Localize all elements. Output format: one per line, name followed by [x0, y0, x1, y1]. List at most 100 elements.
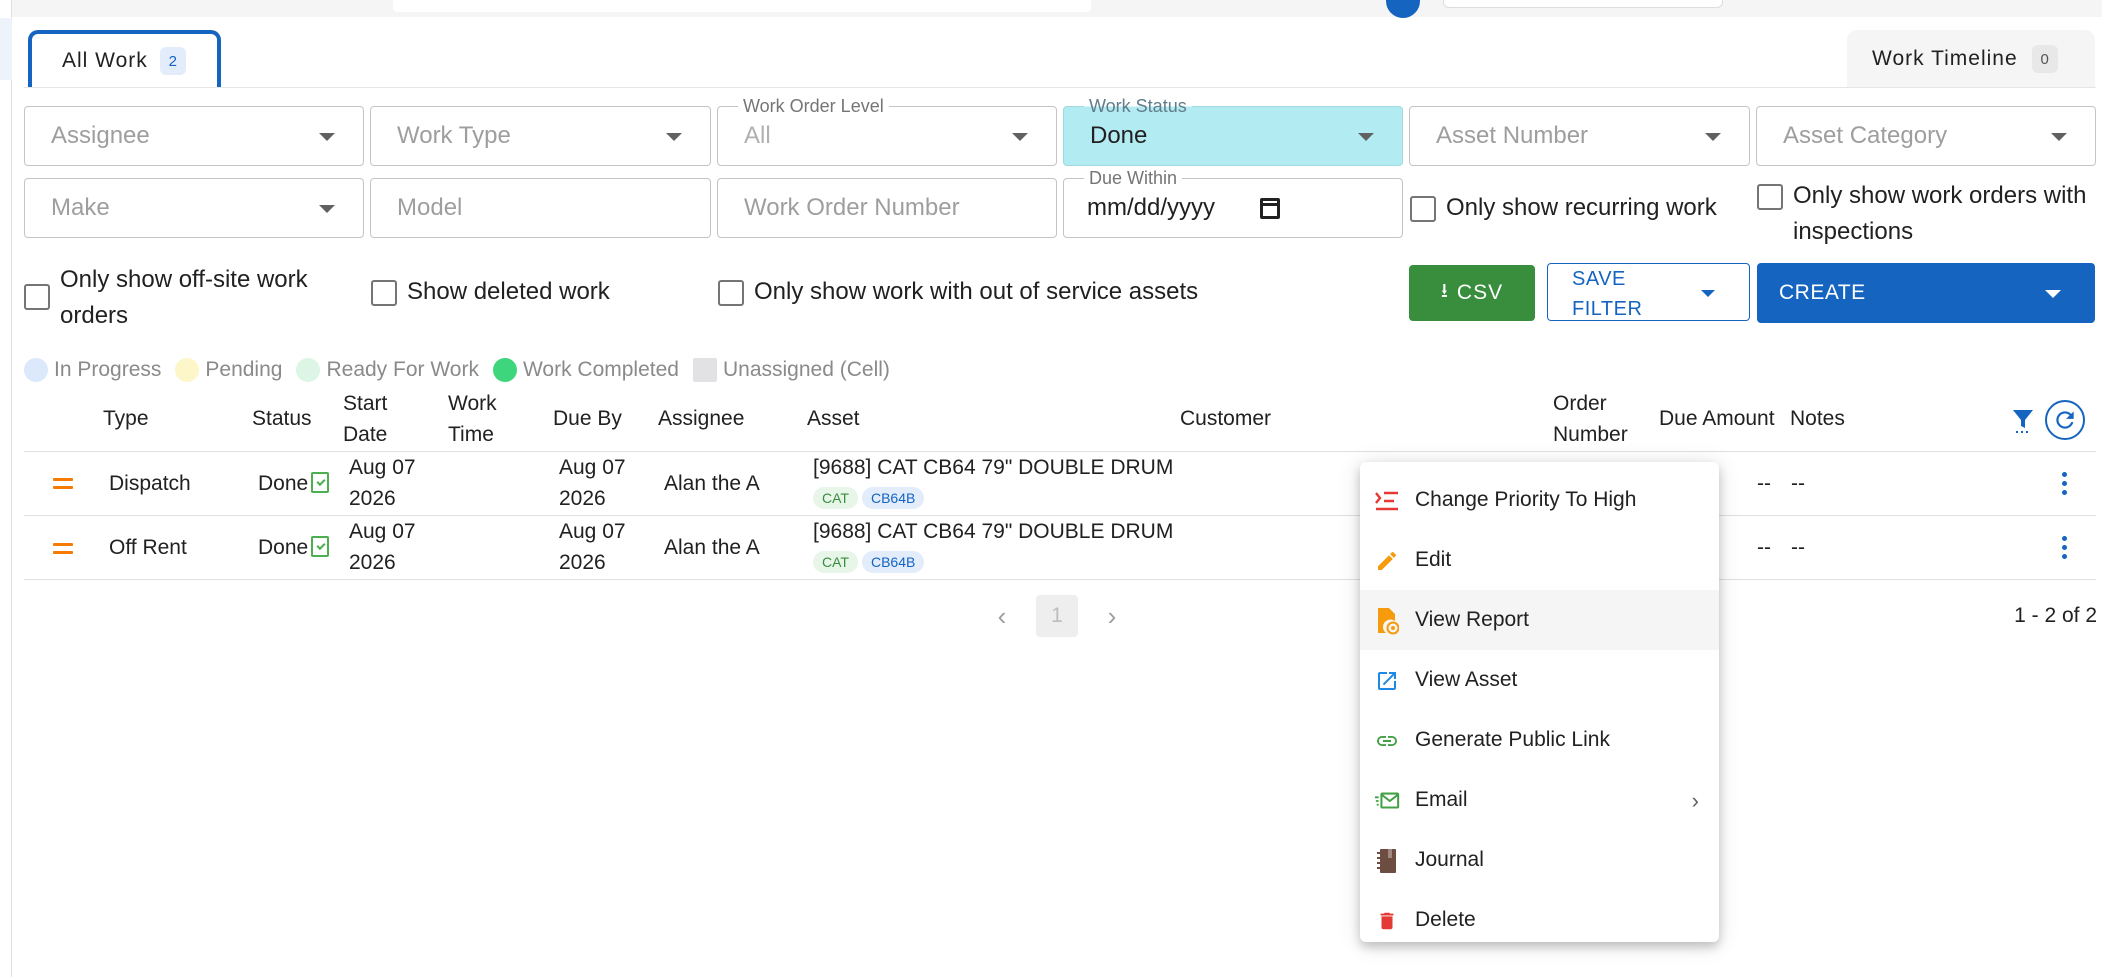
work-order-number-placeholder: Work Order Number [744, 194, 960, 221]
column-header-start-date[interactable]: Start Date [343, 388, 403, 450]
chevron-left-icon[interactable]: ‹ [992, 601, 1012, 632]
checkbox-icon[interactable] [371, 280, 397, 306]
menu-item-label: View Asset [1415, 668, 1518, 691]
work-status-select[interactable]: Work Status Done [1063, 96, 1403, 166]
status-text: Done [258, 472, 309, 495]
pagination: ‹ 1 › [992, 595, 1122, 637]
chevron-down-icon[interactable] [2045, 290, 2061, 298]
make-select[interactable]: Make [24, 178, 364, 238]
due-within-label: Due Within [1084, 168, 1183, 189]
priority-high-icon [1374, 488, 1400, 514]
legend-label: Ready For Work [326, 358, 479, 381]
recurring-work-checkbox[interactable]: Only show recurring work [1410, 190, 1717, 226]
out-of-service-checkbox[interactable]: Only show work with out of service asset… [718, 274, 1198, 310]
cell-type: Off Rent [109, 536, 187, 559]
column-header-due-amount[interactable]: Due Amount [1659, 403, 1775, 434]
menu-item-view-asset[interactable]: View Asset [1360, 650, 1719, 710]
checkbox-icon[interactable] [1757, 184, 1783, 210]
column-header-type[interactable]: Type [103, 403, 149, 434]
menu-item-change-priority[interactable]: Change Priority To High [1360, 470, 1719, 530]
priority-medium-icon[interactable] [53, 478, 73, 494]
asset-name[interactable]: [9688] CAT CB64 79" DOUBLE DRUM [813, 516, 1173, 547]
chevron-down-icon[interactable] [1701, 290, 1715, 297]
menu-item-label: Change Priority To High [1415, 488, 1637, 511]
legend-swatch [175, 358, 200, 382]
column-header-notes[interactable]: Notes [1790, 403, 1845, 434]
more-vert-icon[interactable] [2062, 536, 2068, 563]
chevron-right-icon: › [1691, 788, 1699, 813]
status-text: Done [258, 536, 309, 559]
global-search-bar[interactable] [393, 0, 1091, 12]
menu-item-edit[interactable]: Edit [1360, 530, 1719, 590]
checkbox-icon[interactable] [1410, 196, 1436, 222]
calendar-icon[interactable] [1260, 198, 1280, 219]
create-button[interactable]: CREATE [1757, 263, 2095, 323]
work-order-level-select[interactable]: Work Order Level All [717, 96, 1057, 166]
asset-number-select[interactable]: Asset Number [1409, 106, 1750, 166]
recurring-work-label: Only show recurring work [1446, 194, 1717, 221]
menu-item-journal[interactable]: Journal [1360, 830, 1719, 890]
model-input[interactable]: Model [370, 178, 711, 238]
checkbox-icon[interactable] [718, 280, 744, 306]
more-vert-icon[interactable] [2062, 472, 2068, 499]
row-divider [24, 579, 2096, 580]
checkbox-icon[interactable] [24, 284, 50, 310]
inspections-checkbox[interactable]: Only show work orders with inspections [1757, 178, 2097, 250]
top-bar-button[interactable] [1443, 0, 1723, 8]
create-label: CREATE [1779, 281, 1866, 304]
offsite-checkbox[interactable]: Only show off-site work orders [24, 262, 354, 334]
csv-export-button[interactable]: ⭳ CSV [1409, 265, 1535, 321]
clipboard-check-icon [311, 536, 330, 557]
chevron-down-icon [319, 133, 335, 141]
page-button[interactable]: 1 [1036, 595, 1078, 637]
legend-in-progress: In Progress [24, 358, 161, 382]
menu-item-label: View Report [1415, 608, 1530, 631]
cell-notes: -- [1791, 536, 1805, 559]
tab-all-work[interactable]: All Work 2 [28, 30, 221, 88]
chevron-right-icon[interactable]: › [1102, 601, 1122, 632]
pencil-icon [1374, 548, 1400, 574]
legend-completed: Work Completed [492, 358, 679, 382]
chevron-down-icon [1012, 133, 1028, 141]
cell-assignee: Alan the A [664, 472, 760, 495]
menu-item-public-link[interactable]: Generate Public Link [1360, 710, 1719, 770]
column-header-status[interactable]: Status [252, 403, 312, 434]
work-type-select[interactable]: Work Type [370, 106, 711, 166]
column-header-order-number[interactable]: Order Number [1553, 388, 1633, 450]
menu-item-email[interactable]: Email › [1360, 770, 1719, 830]
due-within-date-input[interactable]: Due Within mm/dd/yyyy [1063, 168, 1403, 238]
column-header-asset[interactable]: Asset [807, 403, 860, 434]
fast-email-icon [1374, 788, 1400, 814]
side-nav-active-item[interactable] [0, 18, 12, 80]
column-header-due-by[interactable]: Due By [553, 403, 622, 434]
user-avatar[interactable] [1386, 0, 1420, 18]
cell-asset[interactable]: [9688] CAT CB64 79" DOUBLE DRUM CAT CB64B [813, 452, 1173, 512]
legend-label: In Progress [54, 358, 162, 381]
due-within-value: mm/dd/yyyy [1087, 194, 1216, 221]
refresh-button[interactable] [2045, 400, 2085, 440]
chevron-down-icon [2051, 133, 2067, 141]
assignee-select[interactable]: Assignee [24, 106, 364, 166]
menu-item-view-report[interactable]: View Report [1360, 590, 1719, 650]
column-header-work-time[interactable]: Work Time [448, 388, 508, 450]
asset-category-select[interactable]: Asset Category [1756, 106, 2096, 166]
priority-medium-icon[interactable] [53, 543, 73, 559]
trash-icon [1374, 908, 1400, 934]
legend-label: Unassigned (Cell) [722, 358, 890, 381]
legend-swatch [24, 358, 48, 382]
cell-asset[interactable]: [9688] CAT CB64 79" DOUBLE DRUM CAT CB64B [813, 516, 1173, 576]
column-header-assignee[interactable]: Assignee [658, 403, 744, 434]
save-filter-button[interactable]: SAVE FILTER [1547, 263, 1750, 321]
filter-icon[interactable] [2012, 408, 2034, 434]
chevron-down-icon [1358, 133, 1374, 141]
menu-item-delete[interactable]: Delete [1360, 890, 1719, 950]
column-header-customer[interactable]: Customer [1180, 403, 1271, 434]
work-order-number-input[interactable]: Work Order Number [717, 178, 1057, 238]
asset-category-placeholder: Asset Category [1783, 122, 1948, 149]
asset-name[interactable]: [9688] CAT CB64 79" DOUBLE DRUM [813, 452, 1173, 483]
work-status-value: Done [1090, 122, 1148, 149]
deleted-work-checkbox[interactable]: Show deleted work [371, 274, 610, 310]
clipboard-check-icon [311, 472, 330, 493]
tab-work-timeline[interactable]: Work Timeline 0 [1847, 30, 2095, 88]
legend-swatch [296, 358, 321, 382]
